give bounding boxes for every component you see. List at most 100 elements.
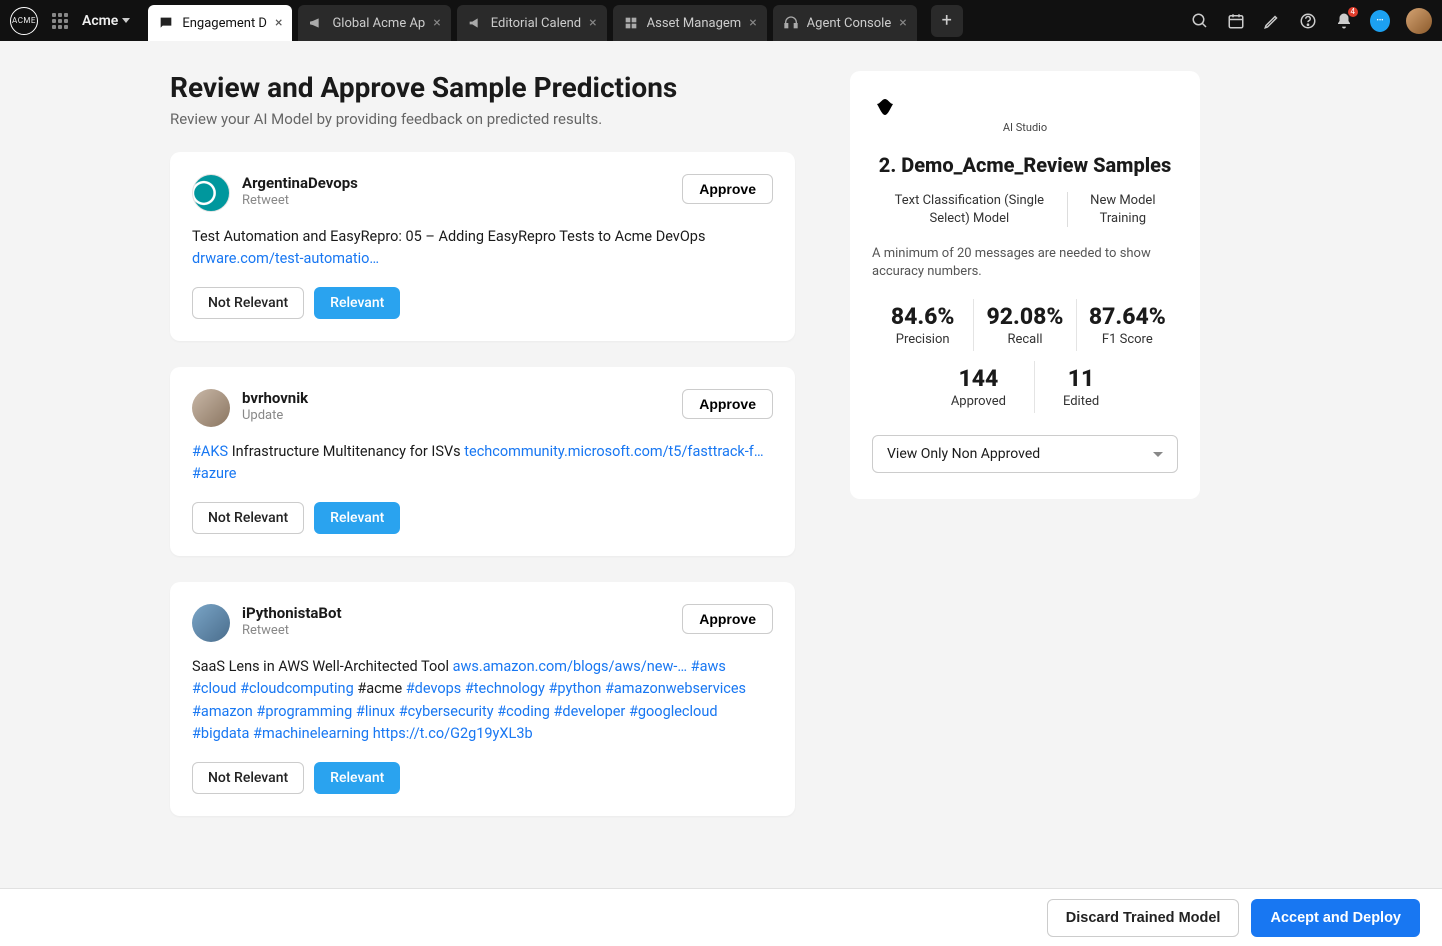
post-link[interactable]: #machinelearning: [253, 725, 369, 742]
model-name: 2. Demo_Acme_Review Samples: [872, 152, 1178, 178]
approved-value: 144: [951, 365, 1006, 392]
post-link[interactable]: #googlecloud: [629, 703, 718, 720]
tab-3[interactable]: Asset Managem ×: [613, 5, 767, 41]
tab-0[interactable]: Engagement D ×: [148, 5, 292, 41]
filter-selected-label: View Only Non Approved: [887, 446, 1040, 462]
notifications-icon[interactable]: 4: [1334, 11, 1354, 31]
post-link[interactable]: #azure: [192, 465, 236, 482]
post-link[interactable]: #cloud: [192, 680, 236, 697]
post-link[interactable]: drware.com/test-automatio…: [192, 250, 379, 267]
chat-icon[interactable]: [1370, 11, 1390, 31]
discard-button[interactable]: Discard Trained Model: [1047, 899, 1240, 937]
author-username: bvrhovnik: [242, 389, 308, 407]
post-link[interactable]: #cloudcomputing: [240, 680, 354, 697]
post-link[interactable]: #python: [549, 680, 602, 697]
tab-app-icon: [158, 15, 174, 31]
model-summary-panel: AI Studio 2. Demo_Acme_Review Samples Te…: [850, 71, 1200, 499]
post-link[interactable]: #programming: [256, 703, 352, 720]
close-icon[interactable]: ×: [275, 15, 282, 31]
help-icon[interactable]: [1298, 11, 1318, 31]
close-icon[interactable]: ×: [899, 15, 906, 31]
edited-label: Edited: [1063, 394, 1099, 409]
post-text: SaaS Lens in AWS Well-Architected Tool: [192, 658, 453, 675]
precision-value: 84.6%: [878, 303, 967, 330]
not-relevant-chip[interactable]: Not Relevant: [192, 287, 304, 319]
not-relevant-chip[interactable]: Not Relevant: [192, 502, 304, 534]
model-type: Text Classification (Single Select) Mode…: [872, 192, 1067, 227]
not-relevant-chip[interactable]: Not Relevant: [192, 762, 304, 794]
stat-recall: 92.08% Recall: [973, 299, 1075, 351]
filter-dropdown[interactable]: View Only Non Approved: [872, 435, 1178, 473]
apps-grid-icon[interactable]: [52, 13, 68, 29]
post-link[interactable]: #linux: [356, 703, 395, 720]
close-icon[interactable]: ×: [749, 15, 756, 31]
approve-button[interactable]: Approve: [682, 389, 773, 419]
chevron-down-icon: [122, 18, 130, 23]
card-header: iPythonistaBot Retweet Approve: [192, 604, 773, 642]
post-body: SaaS Lens in AWS Well-Architected Tool a…: [192, 656, 773, 746]
post-link[interactable]: aws.amazon.com/blogs/aws/new-…: [453, 658, 687, 675]
post-body: #AKS Infrastructure Multitenancy for ISV…: [192, 441, 773, 486]
workspace-switcher[interactable]: Acme: [82, 13, 130, 29]
author-meta: iPythonistaBot Retweet: [242, 604, 342, 638]
accept-deploy-button[interactable]: Accept and Deploy: [1251, 899, 1420, 937]
post-type: Retweet: [242, 193, 358, 208]
search-icon[interactable]: [1190, 11, 1210, 31]
post-link[interactable]: #amazon: [192, 703, 253, 720]
workspace-name-label: Acme: [82, 13, 118, 29]
post-link[interactable]: #coding: [497, 703, 550, 720]
tab-app-icon: [308, 15, 324, 31]
calendar-icon[interactable]: [1226, 11, 1246, 31]
post-link[interactable]: https://t.co/G2g19yXL3b: [373, 725, 533, 742]
approve-button[interactable]: Approve: [682, 604, 773, 634]
tab-label: Editorial Calend: [491, 16, 581, 31]
tab-strip: Engagement D × Global Acme Ap × Editoria…: [148, 5, 916, 41]
brand-logo[interactable]: ACME: [10, 7, 38, 35]
post-link[interactable]: techcommunity.microsoft.com/t5/fasttrack…: [464, 443, 763, 460]
relevance-chip-row: Not Relevant Relevant: [192, 287, 773, 319]
tab-2[interactable]: Editorial Calend ×: [457, 5, 607, 41]
author-username: ArgentinaDevops: [242, 174, 358, 192]
post-link[interactable]: #devops: [406, 680, 462, 697]
post-text: DevOps: [652, 228, 705, 245]
tab-label: Global Acme Ap: [332, 16, 425, 31]
user-avatar[interactable]: [1406, 8, 1432, 34]
add-tab-button[interactable]: +: [931, 5, 963, 37]
post-link[interactable]: #AKS: [192, 443, 228, 460]
tab-4[interactable]: Agent Console ×: [773, 5, 917, 41]
right-column: AI Studio 2. Demo_Acme_Review Samples Te…: [850, 71, 1200, 499]
post-link[interactable]: #cybersecurity: [399, 703, 494, 720]
author-meta: bvrhovnik Update: [242, 389, 308, 423]
author-avatar: [192, 389, 230, 427]
close-icon[interactable]: ×: [433, 15, 440, 31]
post-text: #acme: [357, 680, 402, 697]
stats-row-2: 144 Approved 11 Edited: [872, 361, 1178, 413]
post-link[interactable]: #developer: [553, 703, 625, 720]
tab-app-icon: [783, 15, 799, 31]
relevant-chip[interactable]: Relevant: [314, 502, 400, 534]
post-type: Update: [242, 408, 308, 423]
f1-value: 87.64%: [1083, 303, 1172, 330]
stat-f1: 87.64% F1 Score: [1076, 299, 1178, 351]
training-type: New Model Training: [1067, 192, 1178, 227]
recall-label: Recall: [980, 332, 1069, 347]
close-icon[interactable]: ×: [589, 15, 596, 31]
main-content: Review and Approve Sample Predictions Re…: [0, 41, 1442, 922]
relevant-chip[interactable]: Relevant: [314, 762, 400, 794]
post-type: Retweet: [242, 623, 342, 638]
left-column: Review and Approve Sample Predictions Re…: [170, 71, 795, 842]
approve-button[interactable]: Approve: [682, 174, 773, 204]
notification-badge: 4: [1348, 7, 1359, 17]
post-link[interactable]: #bigdata: [192, 725, 249, 742]
stat-edited: 11 Edited: [1034, 361, 1127, 413]
post-link[interactable]: #aws: [691, 658, 726, 675]
post-link[interactable]: #amazonwebservices: [605, 680, 746, 697]
tab-1[interactable]: Global Acme Ap ×: [298, 5, 450, 41]
stats-row-1: 84.6% Precision 92.08% Recall 87.64% F1 …: [872, 299, 1178, 351]
edited-value: 11: [1063, 365, 1099, 392]
relevant-chip[interactable]: Relevant: [314, 287, 400, 319]
panel-note: A minimum of 20 messages are needed to s…: [872, 245, 1178, 281]
pencil-icon[interactable]: [1262, 11, 1282, 31]
chevron-down-icon: [1153, 452, 1163, 457]
post-link[interactable]: #technology: [465, 680, 545, 697]
